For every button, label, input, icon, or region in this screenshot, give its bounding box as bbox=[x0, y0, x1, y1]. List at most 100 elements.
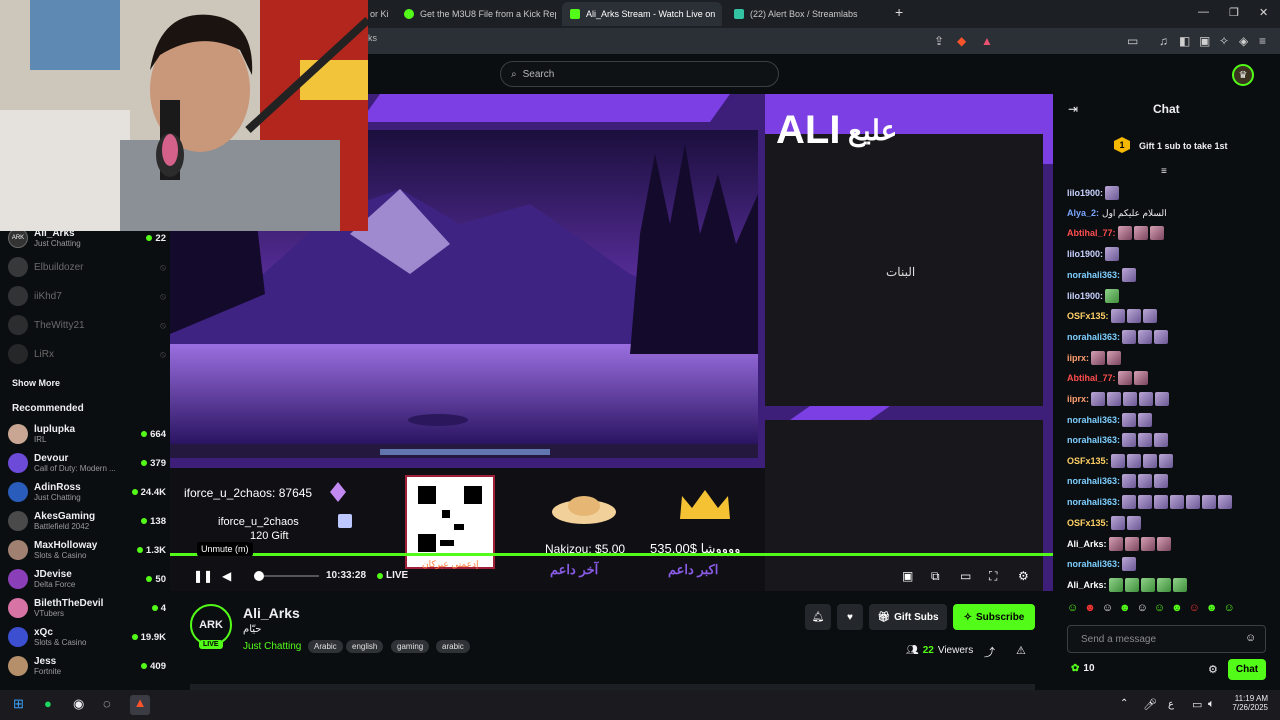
chat-emote bbox=[1105, 247, 1120, 261]
wallet-icon[interactable]: ▣ bbox=[1199, 34, 1210, 48]
chat-username[interactable]: norahali363: bbox=[1067, 332, 1120, 342]
language-indicator[interactable]: ع bbox=[1168, 699, 1174, 710]
emoji-picker-icon[interactable]: ☺ bbox=[1245, 632, 1256, 644]
volume-icon[interactable]: 🔈︎ bbox=[1208, 698, 1215, 711]
search-input[interactable]: ⌕ Search bbox=[500, 61, 779, 87]
pip-icon[interactable]: ▣ bbox=[902, 569, 913, 583]
filter-icon[interactable]: ≡ bbox=[1161, 166, 1167, 177]
network-icon[interactable]: ▭ bbox=[1192, 698, 1202, 711]
windows-start-icon[interactable]: ⊞ bbox=[13, 696, 24, 712]
minimize-button[interactable]: — bbox=[1198, 6, 1209, 18]
sidebar-recommended-channel[interactable]: JDevise Delta Force 50 bbox=[8, 565, 166, 593]
theater-mode-icon[interactable]: ▭ bbox=[960, 569, 971, 583]
media-icon[interactable]: ♫ bbox=[1159, 34, 1168, 48]
chat-username[interactable]: OSFx135: bbox=[1067, 518, 1109, 528]
close-window-button[interactable]: ✕ bbox=[1259, 6, 1268, 19]
sidebar-recommended-channel[interactable]: Devour Call of Duty: Modern ... 379 bbox=[8, 449, 166, 477]
mic-icon[interactable]: 🎤︎ bbox=[1143, 698, 1157, 711]
chat-username[interactable]: lilo1900: bbox=[1067, 188, 1103, 198]
sidebar-recommended-channel[interactable]: BilethTheDevil VTubers 4 bbox=[8, 594, 166, 622]
sidebar-recommended-channel[interactable]: Jess Fortnite 409 bbox=[8, 652, 166, 680]
app-icon[interactable]: ◌ bbox=[103, 696, 111, 711]
collapse-chat-icon[interactable]: ⇥ bbox=[1068, 102, 1078, 116]
report-button[interactable]: ⚠ bbox=[1016, 644, 1026, 657]
browser-tab[interactable]: Get the M3U8 File from a Kick Replay bbox=[396, 4, 556, 24]
chat-username[interactable]: iiprx: bbox=[1067, 353, 1089, 363]
sidebar-recommended-channel[interactable]: xQc Slots & Casino 19.9K bbox=[8, 623, 166, 651]
emote-quick-bar[interactable]: ☺ ☻ ☺ ☻ ☺ ☺ ☻ ☺ ☻ ☺ bbox=[1067, 602, 1263, 618]
chat-message: lilo1900: bbox=[1067, 245, 1120, 263]
tray-chevron-icon[interactable]: ⌃ bbox=[1120, 698, 1128, 709]
gift-leaderboard-banner[interactable]: Gift 1 sub to take 1st bbox=[1139, 141, 1228, 151]
category-link[interactable]: Just Chatting bbox=[243, 641, 301, 652]
tag-chip[interactable]: gaming bbox=[391, 640, 430, 653]
channel-points[interactable]: ✿ 10 bbox=[1071, 663, 1095, 674]
channel-name[interactable]: Ali_Arks bbox=[243, 605, 300, 621]
reader-icon[interactable]: ◧ bbox=[1179, 34, 1190, 48]
browser-tab-active[interactable]: Ali_Arks Stream - Watch Live on × bbox=[562, 2, 722, 26]
user-avatar-button[interactable]: ♛ bbox=[1232, 64, 1254, 86]
pause-button[interactable]: ❚❚ bbox=[193, 569, 213, 583]
brave-taskbar-icon[interactable]: ▲ bbox=[130, 695, 150, 715]
system-clock[interactable]: 11:19 AM 7/26/2025 bbox=[1228, 694, 1268, 712]
notification-bell-button[interactable]: 🔔︎ bbox=[805, 604, 831, 630]
avatar bbox=[8, 598, 28, 618]
obs-icon[interactable]: ◉ bbox=[73, 696, 84, 712]
new-tab-button[interactable]: + bbox=[895, 4, 903, 20]
chat-input[interactable]: Send a message bbox=[1067, 625, 1266, 653]
address-bar[interactable]: ks bbox=[368, 33, 943, 49]
sidebar-recommended-channel[interactable]: AdinRoss Just Chatting 24.4K bbox=[8, 478, 166, 506]
chat-username[interactable]: OSFx135: bbox=[1067, 456, 1109, 466]
sidebar-recommended-channel[interactable]: AkesGaming Battlefield 2042 138 bbox=[8, 507, 166, 535]
chat-username[interactable]: norahali363: bbox=[1067, 270, 1120, 280]
chat-emote bbox=[1156, 578, 1171, 592]
sidebar-recommended-channel[interactable]: luplupka IRL 664 bbox=[8, 420, 166, 448]
chat-username[interactable]: norahali363: bbox=[1067, 497, 1120, 507]
chat-username[interactable]: Ali_Arks: bbox=[1067, 539, 1107, 549]
settings-gear-icon[interactable]: ⚙ bbox=[1018, 569, 1029, 583]
tag-chip[interactable]: arabic bbox=[436, 640, 470, 653]
chat-username[interactable]: iiprx: bbox=[1067, 394, 1089, 404]
share-icon[interactable]: ⇪ bbox=[934, 34, 944, 48]
tag-chip[interactable]: Arabic bbox=[308, 640, 343, 653]
clip-icon[interactable]: ⧉ bbox=[931, 569, 940, 584]
sidebar-toggle-icon[interactable]: ▭ bbox=[1127, 34, 1138, 48]
chat-username[interactable]: Abtihal_77: bbox=[1067, 373, 1116, 383]
sidebar-recommended-channel[interactable]: MaxHolloway Slots & Casino 1.3K bbox=[8, 536, 166, 564]
chat-username[interactable]: norahali363: bbox=[1067, 476, 1120, 486]
tag-chip[interactable]: english bbox=[346, 640, 384, 653]
sidebar-channel[interactable]: Elbuildozer ⦸ bbox=[8, 253, 166, 281]
chat-username[interactable]: lilo1900: bbox=[1067, 249, 1103, 259]
subscribe-button[interactable]: ✧ Subscribe bbox=[953, 604, 1035, 630]
chat-username[interactable]: Alya_2: bbox=[1067, 208, 1099, 218]
chat-settings-gear-icon[interactable]: ⚙ bbox=[1208, 663, 1218, 676]
sidebar-channel[interactable]: iiKhd7 ⦸ bbox=[8, 282, 166, 310]
show-more-link[interactable]: Show More bbox=[12, 378, 60, 388]
menu-icon[interactable]: ≡ bbox=[1259, 34, 1266, 48]
send-chat-button[interactable]: Chat bbox=[1228, 659, 1266, 680]
follow-heart-button[interactable]: ♥ bbox=[837, 604, 863, 630]
muted-volume-icon[interactable]: ◀ bbox=[222, 569, 231, 583]
brave-rewards-icon[interactable]: ▲ bbox=[981, 34, 993, 48]
fullscreen-icon[interactable]: ⛶ bbox=[989, 569, 997, 584]
spotify-icon[interactable]: ● bbox=[44, 696, 52, 711]
maximize-button[interactable]: ❐ bbox=[1229, 6, 1239, 19]
chat-username[interactable]: Abtihal_77: bbox=[1067, 228, 1116, 238]
ai-icon[interactable]: ✧ bbox=[1219, 34, 1229, 48]
chat-username[interactable]: Ali_Arks: bbox=[1067, 580, 1107, 590]
sidebar-channel[interactable]: TheWitty21 ⦸ bbox=[8, 311, 166, 339]
vpn-icon[interactable]: ◈ bbox=[1239, 34, 1248, 48]
chat-username[interactable]: lilo1900: bbox=[1067, 291, 1103, 301]
volume-slider-track[interactable] bbox=[264, 575, 319, 577]
share-button[interactable]: ⤴ bbox=[984, 644, 995, 660]
chat-username[interactable]: norahali363: bbox=[1067, 435, 1120, 445]
brave-shield-icon[interactable]: ◆ bbox=[957, 34, 966, 48]
volume-slider-thumb[interactable] bbox=[254, 571, 264, 581]
browser-tab[interactable]: (22) Alert Box / Streamlabs bbox=[726, 4, 886, 24]
chat-username[interactable]: norahali363: bbox=[1067, 415, 1120, 425]
chat-username[interactable]: norahali363: bbox=[1067, 559, 1120, 569]
chat-username[interactable]: OSFx135: bbox=[1067, 311, 1109, 321]
gift-subs-button[interactable]: 🎁︎ Gift Subs bbox=[869, 604, 947, 630]
sidebar-channel[interactable]: LiRx ⦸ bbox=[8, 340, 166, 368]
avatar bbox=[8, 482, 28, 502]
